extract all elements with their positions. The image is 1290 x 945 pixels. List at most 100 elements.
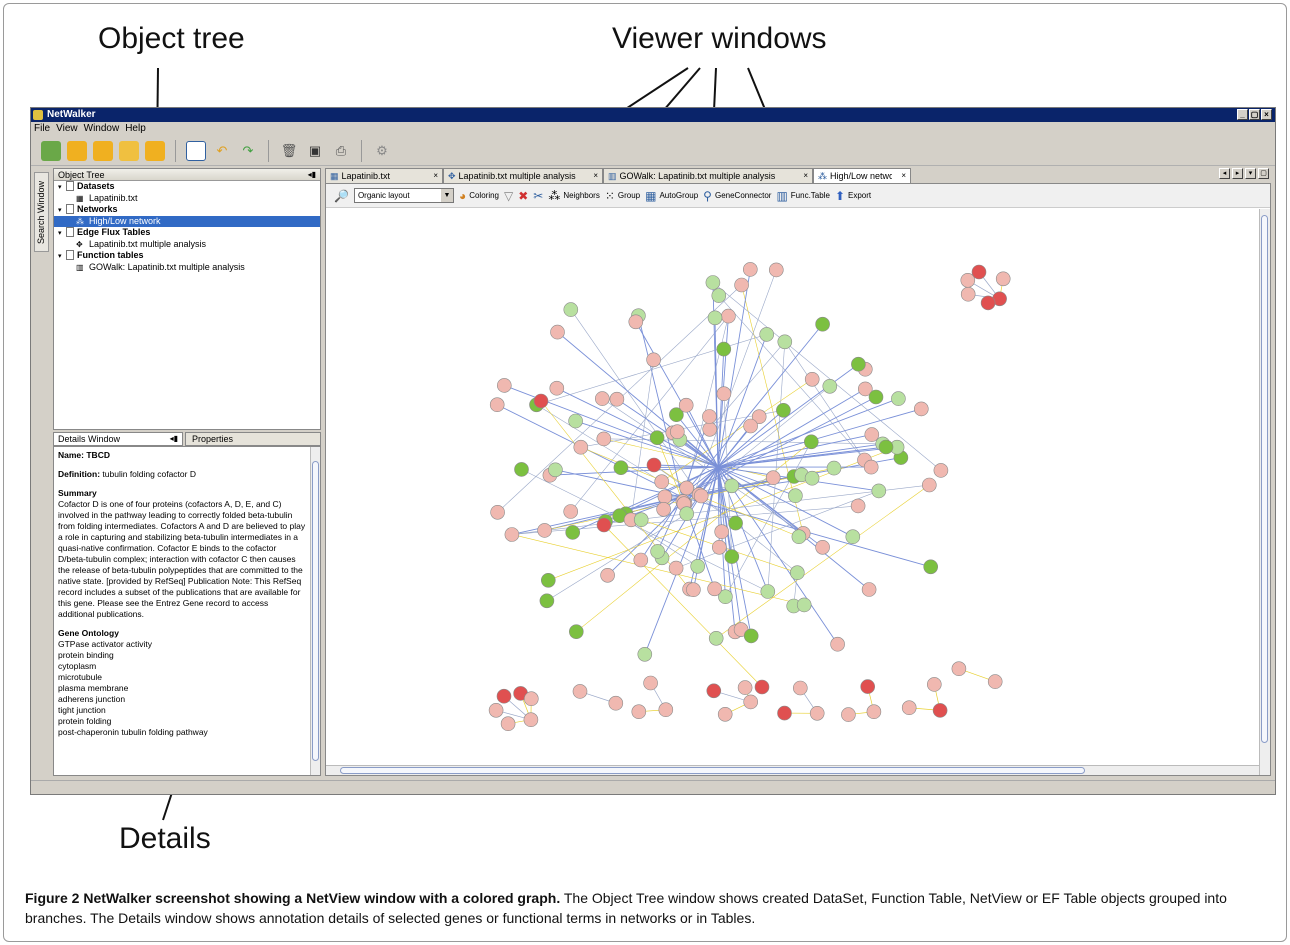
export-button[interactable]: ⬆ Export xyxy=(835,189,871,203)
geneconnector-icon: ⚲ xyxy=(703,188,712,203)
viewer-tab[interactable]: ⁂High/Low network × xyxy=(813,168,911,183)
close-button[interactable]: × xyxy=(1261,109,1272,120)
close-tab-icon[interactable]: × xyxy=(593,169,598,183)
graph-vscrollbar[interactable] xyxy=(1259,209,1270,775)
tree-item[interactable]: ✥ Lapatinib.txt multiple analysis xyxy=(54,239,320,250)
graph-node xyxy=(649,430,665,445)
main-toolbar: ↶ ↷ 🗑 ▣ ⎙ ⚙ xyxy=(31,136,1275,166)
viewer-tab[interactable]: ✥ Lapatinib.txt multiple analysis × xyxy=(443,168,603,183)
expand-toggle-icon[interactable]: ▾ xyxy=(58,205,66,216)
go-term[interactable]: plasma membrane xyxy=(58,683,306,694)
tab-list-icon[interactable]: ▾ xyxy=(1245,168,1256,179)
go-term[interactable]: GTPase activator activity xyxy=(58,639,306,650)
menu-help[interactable]: Help xyxy=(125,122,146,135)
import-icon[interactable] xyxy=(119,140,139,161)
graph-node xyxy=(548,462,563,478)
graph-hscrollbar-thumb[interactable] xyxy=(340,767,1085,774)
graph-node xyxy=(987,674,1003,689)
viewer-tab-label: GOWalk: Lapatinib.txt multiple analysis xyxy=(619,171,776,181)
go-term[interactable]: tight junction xyxy=(58,705,306,716)
graph-node xyxy=(804,470,820,486)
close-tab-icon[interactable]: × xyxy=(901,169,906,183)
tab-scroll-right-icon[interactable]: ▸ xyxy=(1232,168,1243,179)
remove-nodes-icon[interactable]: ✖ xyxy=(518,189,528,203)
new-dataset-icon[interactable] xyxy=(41,140,61,161)
go-term[interactable]: adherens junction xyxy=(58,694,306,705)
geneconnector-button[interactable]: ⚲ GeneConnector xyxy=(703,189,771,203)
details-scrollbar-thumb[interactable] xyxy=(312,461,319,761)
tab-details-window[interactable]: Details Window ◂▮ xyxy=(53,432,183,446)
neighbors-button[interactable]: ⁂ Neighbors xyxy=(548,189,599,203)
graph-canvas[interactable] xyxy=(326,209,1270,775)
viewer-tab[interactable]: ▦ Lapatinib.txt × xyxy=(325,168,443,183)
table-view-icon[interactable] xyxy=(186,140,206,161)
go-term[interactable]: protein folding xyxy=(58,716,306,727)
tree-item-label: Lapatinib.txt xyxy=(89,193,138,203)
close-tab-icon[interactable]: × xyxy=(803,169,808,183)
graph-node xyxy=(777,705,792,721)
details-content: Name: TBCD Definition: tubulin folding c… xyxy=(54,447,310,741)
open-network-icon[interactable] xyxy=(93,140,113,161)
load-icon[interactable] xyxy=(145,140,165,161)
search-window-tab[interactable]: Search Window xyxy=(34,172,49,252)
close-tab-icon[interactable]: × xyxy=(433,169,438,183)
graph-hscrollbar[interactable] xyxy=(326,765,1259,775)
cut-icon[interactable]: ✂ xyxy=(533,189,543,203)
object-tree-list: ▾ Datasets ▦ Lapatinib.txt ▾ Networks ⁂ High/Lo… xyxy=(54,181,320,273)
graph-node xyxy=(656,501,671,517)
expand-toggle-icon[interactable]: ▾ xyxy=(58,228,66,239)
group-button[interactable]: ⁙ Group xyxy=(605,189,640,203)
pin-icon[interactable]: ◂▮ xyxy=(308,169,316,181)
minimize-button[interactable]: _ xyxy=(1237,109,1248,120)
menu-window[interactable]: Window xyxy=(84,122,120,135)
redo-icon[interactable]: ↷ xyxy=(238,141,258,161)
delete-icon[interactable]: 🗑 xyxy=(279,141,299,161)
tree-item[interactable]: ▥ GOWalk: Lapatinib.txt multiple analysis xyxy=(54,262,320,273)
open-folder-icon[interactable] xyxy=(67,140,87,161)
pin-icon[interactable]: ◂▮ xyxy=(170,433,178,445)
graph-node xyxy=(711,288,727,303)
graph-node xyxy=(533,393,549,409)
graph-node xyxy=(804,372,820,387)
tab-scroll-left-icon[interactable]: ◂ xyxy=(1219,168,1230,179)
graph-node xyxy=(490,504,505,520)
graph-node xyxy=(995,271,1011,287)
tab-properties[interactable]: Properties xyxy=(185,432,321,446)
graph-node xyxy=(596,517,612,533)
menu-view[interactable]: View xyxy=(56,122,78,135)
go-term[interactable]: protein binding xyxy=(58,650,306,661)
tree-item[interactable]: ▾ Datasets xyxy=(54,181,320,193)
tree-item[interactable]: ▾ Networks xyxy=(54,204,320,216)
layout-select[interactable]: Organic layout ▼ xyxy=(353,188,454,203)
viewer-tab[interactable]: ▥ GOWalk: Lapatinib.txt multiple analysis… xyxy=(603,168,813,183)
details-scrollbar[interactable] xyxy=(310,447,320,775)
filter-icon[interactable]: ▽ xyxy=(504,189,513,203)
autogroup-button[interactable]: ▦ AutoGroup xyxy=(645,189,698,203)
tree-item-label: Datasets xyxy=(77,181,115,191)
graph-edge xyxy=(536,334,767,406)
tree-item[interactable]: ⁂ High/Low network xyxy=(54,216,320,227)
graph-node xyxy=(679,480,695,496)
tab-maximize-icon[interactable]: ▢ xyxy=(1258,168,1269,179)
graph-node xyxy=(596,431,612,447)
expand-toggle-icon[interactable]: ▾ xyxy=(58,182,66,193)
go-term[interactable]: microtubule xyxy=(58,672,306,683)
save-icon[interactable]: ▣ xyxy=(305,141,325,161)
settings-icon[interactable]: ⚙ xyxy=(372,141,392,161)
tree-item[interactable]: ▾ Edge Flux Tables xyxy=(54,227,320,239)
expand-toggle-icon[interactable]: ▾ xyxy=(58,251,66,262)
go-term[interactable]: cytoplasm xyxy=(58,661,306,672)
maximize-button[interactable]: ▢ xyxy=(1249,109,1260,120)
network-graph[interactable] xyxy=(326,209,1270,775)
print-icon[interactable]: ⎙ xyxy=(331,141,351,161)
tree-item[interactable]: ▦ Lapatinib.txt xyxy=(54,193,320,204)
network-viewer: 🔎 Organic layout ▼ ◕ Coloring ▽ ✖ ✂ ⁂ Neig… xyxy=(325,183,1271,776)
functable-button[interactable]: ▥ Func.Table xyxy=(776,189,829,203)
undo-icon[interactable]: ↶ xyxy=(212,141,232,161)
tree-item[interactable]: ▾ Function tables xyxy=(54,250,320,262)
menu-file[interactable]: File xyxy=(34,122,50,135)
zoom-icon[interactable]: 🔎 xyxy=(334,189,349,203)
coloring-button[interactable]: ◕ Coloring xyxy=(459,189,499,203)
go-term[interactable]: post-chaperonin tubulin folding pathway xyxy=(58,727,306,738)
graph-vscrollbar-thumb[interactable] xyxy=(1261,215,1268,743)
